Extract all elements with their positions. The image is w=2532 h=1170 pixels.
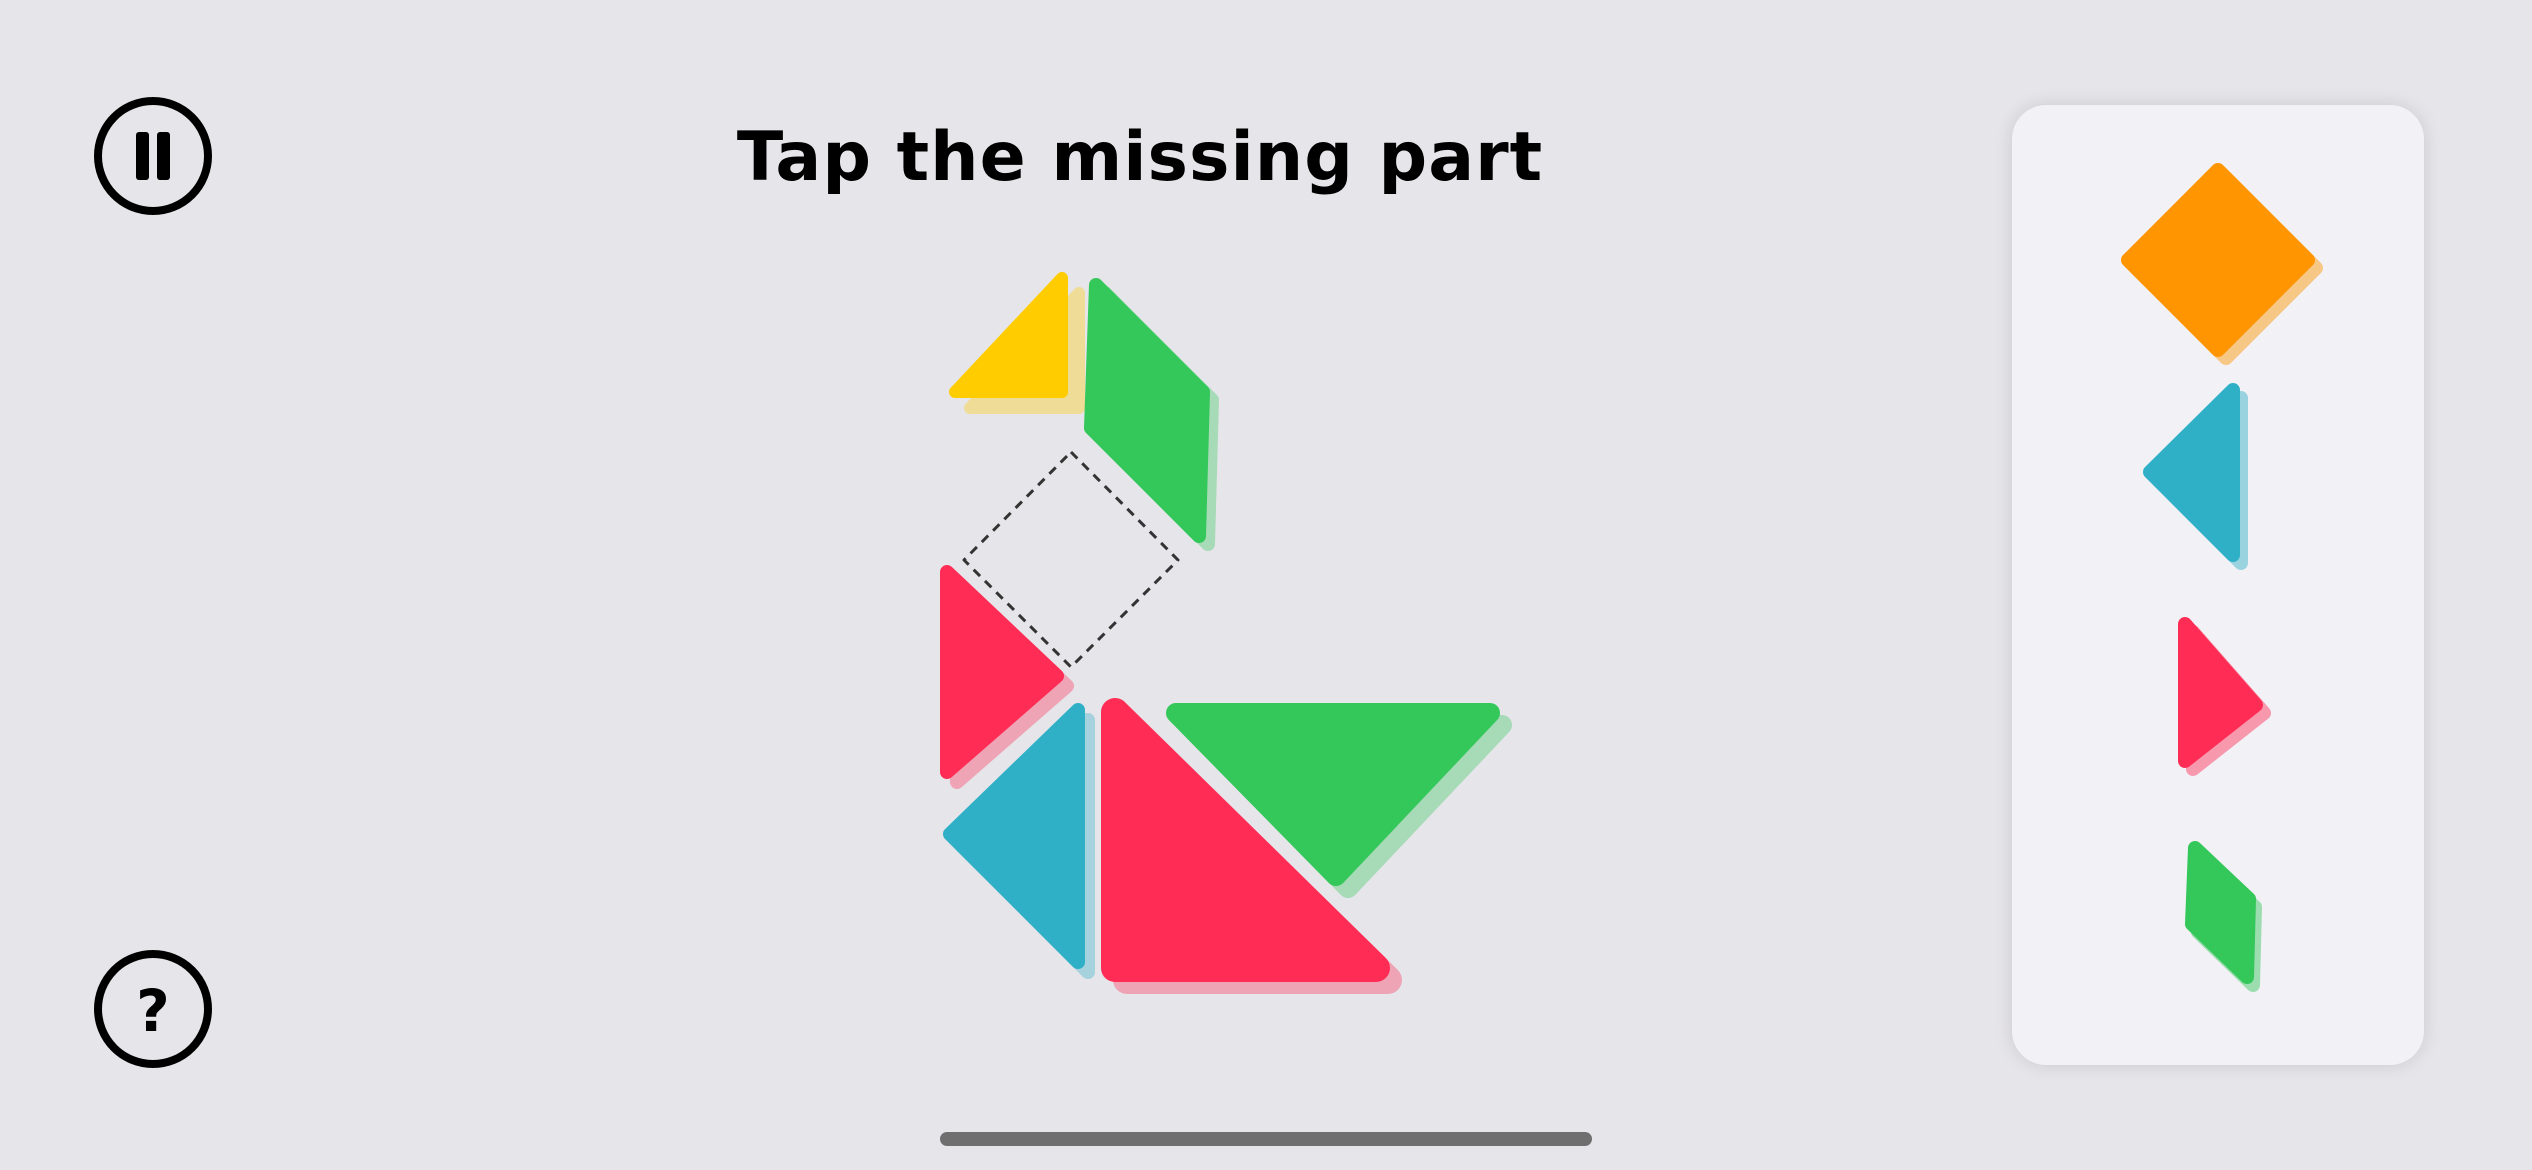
option-blue-triangle[interactable]: [2143, 383, 2248, 570]
puzzle-piece-yellow-triangle: [949, 272, 1085, 414]
option-orange-square[interactable]: [2121, 163, 2323, 365]
option-red-triangle[interactable]: [2178, 617, 2271, 776]
option-green-parallelogram[interactable]: [2185, 841, 2262, 992]
puzzle-piece-green-parallelogram: [1084, 278, 1219, 551]
piece-tray: [2012, 105, 2424, 1065]
home-indicator[interactable]: [940, 1132, 1592, 1146]
